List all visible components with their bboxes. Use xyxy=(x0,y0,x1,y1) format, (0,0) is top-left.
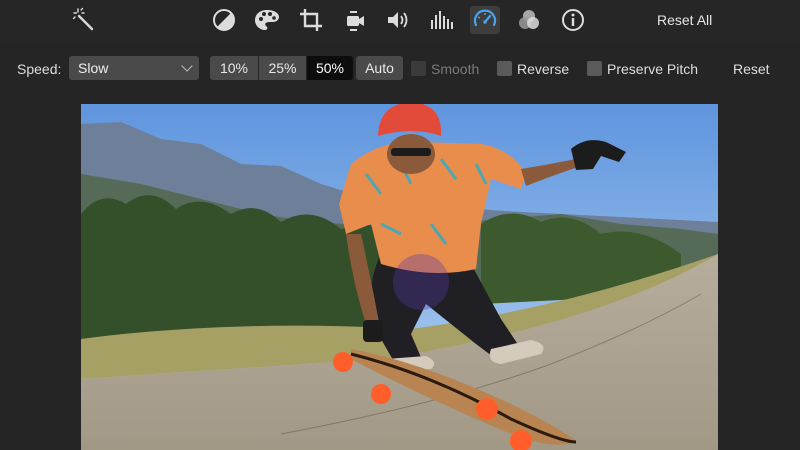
stabilization-icon[interactable] xyxy=(340,6,370,34)
color-palette-icon[interactable] xyxy=(252,6,282,34)
crop-icon[interactable] xyxy=(296,6,326,34)
reverse-checkbox[interactable] xyxy=(497,61,512,76)
noise-reduction-icon[interactable] xyxy=(514,6,544,34)
equalizer-icon[interactable] xyxy=(426,6,456,34)
speed-preset-25-button[interactable]: 25% xyxy=(259,56,306,80)
speed-icon[interactable] xyxy=(470,6,500,34)
reset-all-button[interactable]: Reset All xyxy=(657,12,712,28)
smooth-label: Smooth xyxy=(431,61,480,77)
info-icon[interactable] xyxy=(558,6,588,34)
preserve-pitch-label[interactable]: Preserve Pitch xyxy=(607,61,698,77)
color-balance-icon[interactable] xyxy=(209,6,239,34)
speed-select-value: Slow xyxy=(78,60,109,76)
speed-preset-10-button[interactable]: 10% xyxy=(210,56,258,80)
reverse-label[interactable]: Reverse xyxy=(517,61,569,77)
reset-speed-button[interactable]: Reset xyxy=(733,61,770,77)
auto-button[interactable]: Auto xyxy=(356,56,403,80)
speed-label: Speed: xyxy=(17,61,62,77)
volume-icon[interactable] xyxy=(383,6,413,34)
preserve-pitch-checkbox[interactable] xyxy=(587,61,602,76)
speed-select[interactable]: Slow xyxy=(69,56,199,80)
video-frame xyxy=(81,104,718,450)
speed-preset-50-button[interactable]: 50% xyxy=(307,56,353,80)
video-viewer[interactable] xyxy=(81,104,718,450)
speed-controls: Speed: Slow 10% 25% 50% Auto Smooth Reve… xyxy=(0,54,800,84)
magic-wand-icon[interactable] xyxy=(70,6,100,34)
chevron-down-icon xyxy=(181,60,193,72)
adjustments-toolbar: Reset All xyxy=(0,0,800,42)
smooth-checkbox xyxy=(411,61,426,76)
